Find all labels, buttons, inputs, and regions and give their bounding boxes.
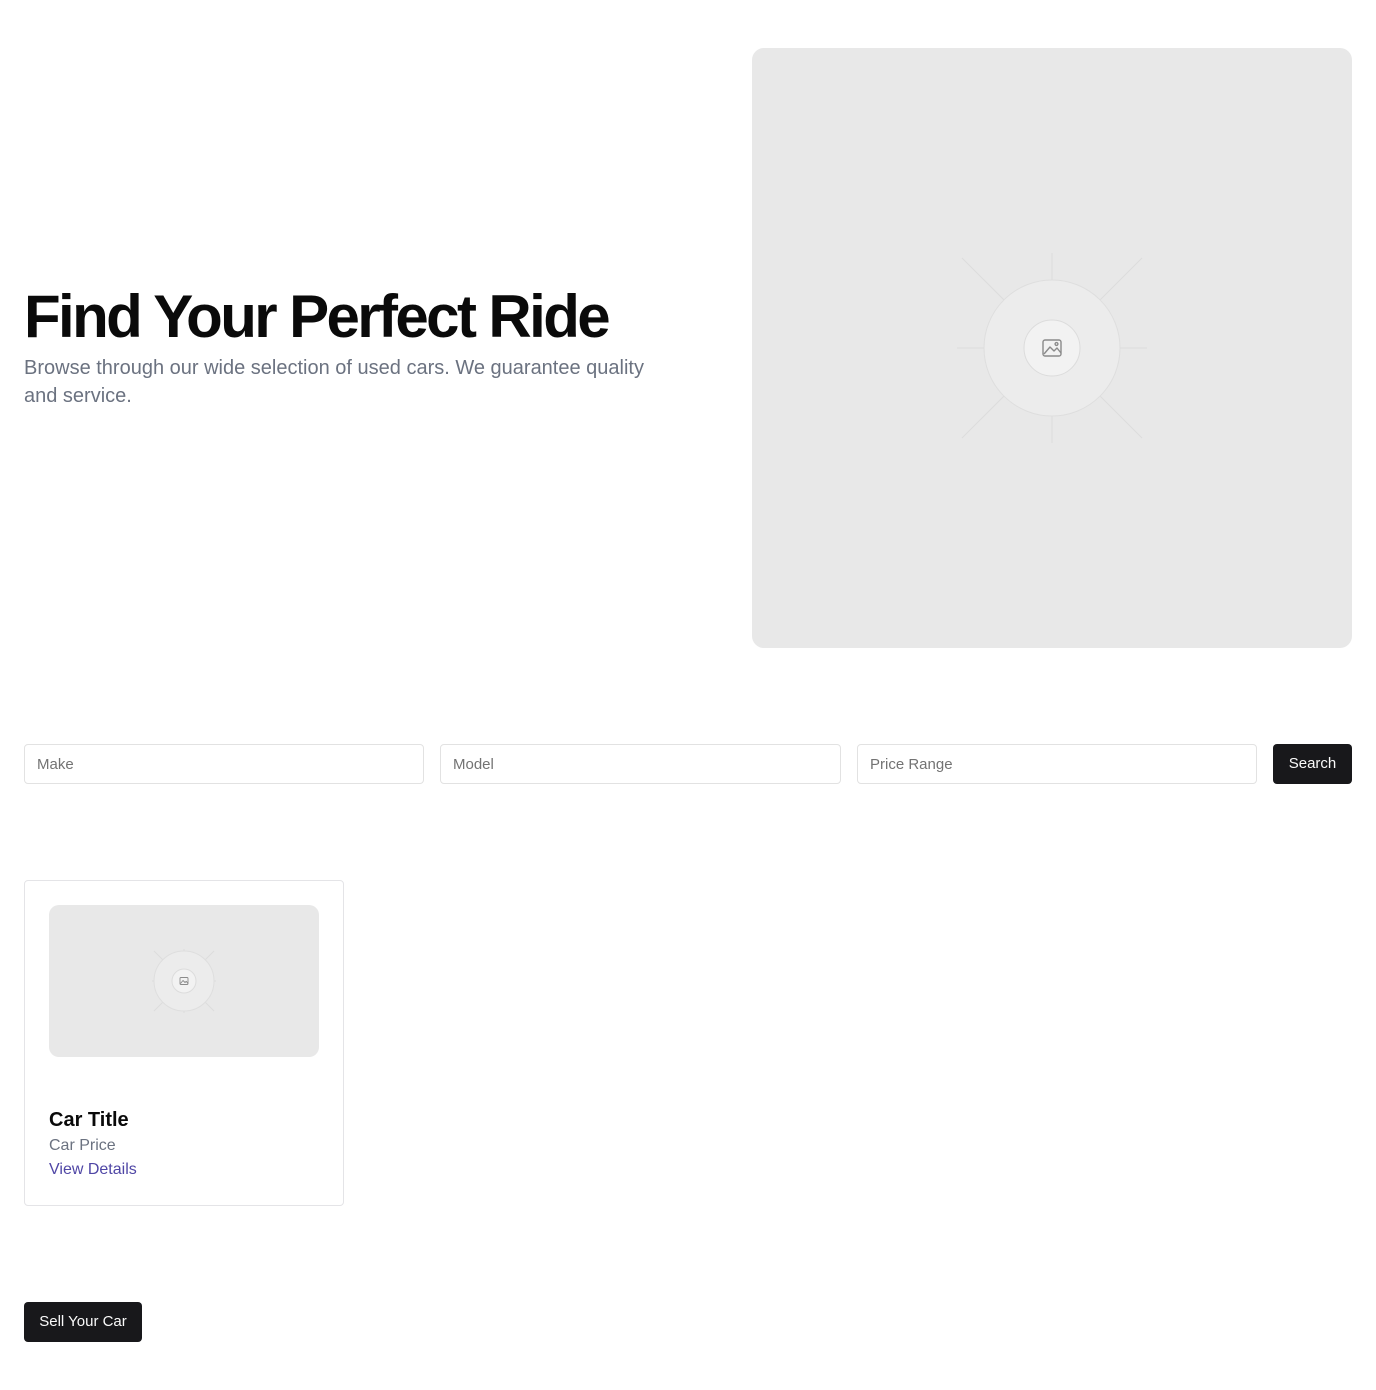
placeholder-graphic [152,949,216,1013]
car-card: Car Title Car Price View Details [24,880,344,1206]
hero-subtitle: Browse through our wide selection of use… [24,357,644,407]
page: Find Your Perfect Ride Browse through ou… [0,0,1376,1390]
car-price: Car Price [49,1137,116,1154]
model-input[interactable] [440,744,841,784]
hero-title: Find Your Perfect Ride [24,283,611,350]
car-title: Car Title [49,1109,129,1131]
sell-your-car-button[interactable]: Sell Your Car [24,1302,142,1342]
price-range-input[interactable] [857,744,1257,784]
car-image-placeholder [49,905,319,1057]
hero-text: Find Your Perfect Ride Browse through ou… [24,284,664,410]
hero-image-placeholder [752,48,1352,648]
make-input[interactable] [24,744,424,784]
placeholder-graphic [957,253,1147,443]
search-button[interactable]: Search [1273,744,1352,784]
view-details-link[interactable]: View Details [49,1159,137,1181]
